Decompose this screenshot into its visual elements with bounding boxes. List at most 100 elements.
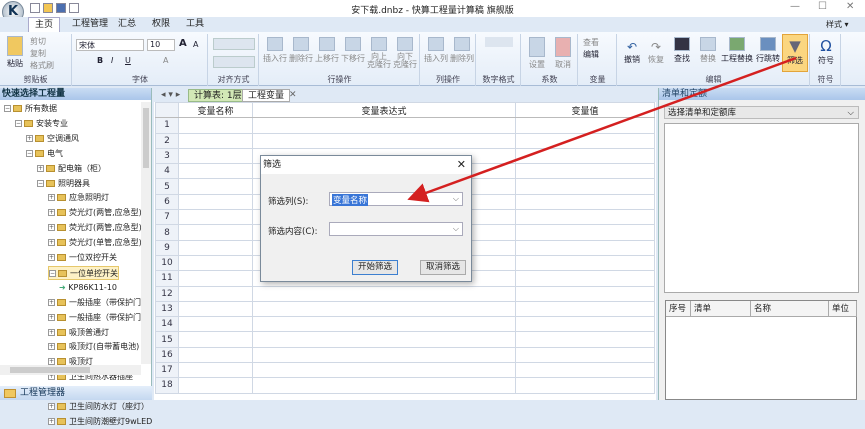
corner-cell[interactable] <box>155 101 179 119</box>
cell[interactable] <box>515 362 655 379</box>
row-number[interactable]: 13 <box>155 300 179 318</box>
tree-node[interactable]: + 空调通风 <box>26 132 79 146</box>
align-vertical-buttons[interactable] <box>213 38 255 50</box>
table-row[interactable]: 13 <box>155 300 655 318</box>
row-number[interactable]: 2 <box>155 132 179 149</box>
cell[interactable] <box>178 239 253 256</box>
tab-home[interactable]: 主页 <box>28 17 61 32</box>
table-row[interactable]: 2 <box>155 132 655 149</box>
cell[interactable] <box>252 331 516 348</box>
tree-node[interactable]: − 电气 <box>26 147 63 161</box>
table-row[interactable]: 16 <box>155 346 655 364</box>
tree-node[interactable]: + 荧光灯(两管,应急型) <box>48 221 142 235</box>
tree-node[interactable]: + 吸顶灯(自带蓄电池) <box>48 340 139 354</box>
tree-node[interactable]: − 一位单控开关 <box>48 265 119 280</box>
style-menu[interactable]: 样式 ▾ <box>820 17 855 32</box>
cell[interactable] <box>252 285 516 302</box>
row-number[interactable]: 5 <box>155 178 179 195</box>
row-number[interactable]: 8 <box>155 224 179 241</box>
replace-button[interactable]: 替换 <box>696 37 720 64</box>
tab-project-variables[interactable]: 工程变量 <box>242 89 291 102</box>
shrink-font-button[interactable]: A <box>193 40 198 49</box>
tree-node[interactable]: + 卫生间防水灯（座灯） <box>48 400 149 414</box>
cell[interactable] <box>252 300 516 318</box>
row-number[interactable]: 18 <box>155 377 179 394</box>
cell[interactable] <box>178 193 253 211</box>
cell[interactable] <box>252 117 516 134</box>
cell[interactable] <box>178 285 253 302</box>
underline-button[interactable]: U <box>125 56 131 65</box>
cell[interactable] <box>515 346 655 364</box>
column-header[interactable]: 单位 <box>829 301 857 317</box>
align-horizontal-buttons[interactable] <box>213 56 255 68</box>
row-number[interactable]: 16 <box>155 346 179 364</box>
paste-button[interactable]: 粘贴 <box>4 36 26 69</box>
delete-col-button[interactable]: 删除列 <box>449 37 475 64</box>
redo-button[interactable]: ↷ 恢复 <box>644 40 668 65</box>
cell[interactable] <box>178 270 253 287</box>
row-jump-button[interactable]: 行跳转 <box>754 37 782 64</box>
tree-node[interactable]: + 一般插座（带保护门） <box>48 311 149 325</box>
row-number[interactable]: 3 <box>155 147 179 165</box>
tab-summary[interactable]: 汇总 <box>112 17 142 32</box>
delete-row-button[interactable]: 删除行 <box>288 37 314 64</box>
project-manager-button[interactable]: 工程管理器 <box>0 386 152 400</box>
cell[interactable] <box>515 254 655 272</box>
clone-down-button[interactable]: 向下 克隆行 <box>392 37 418 69</box>
cell[interactable] <box>178 254 253 272</box>
tree-node[interactable]: + 配电箱（柜） <box>37 162 106 176</box>
row-number[interactable]: 1 <box>155 117 179 134</box>
filter-content-select[interactable]: ⌵ <box>329 222 463 236</box>
close-dialog-button[interactable]: ✕ <box>457 158 466 171</box>
tab-project[interactable]: 工程管理 <box>66 17 114 32</box>
library-tree[interactable] <box>664 123 859 293</box>
cell[interactable] <box>178 331 253 348</box>
cell[interactable] <box>178 316 253 333</box>
cell[interactable] <box>515 239 655 256</box>
coef-set-button[interactable]: 设置 <box>524 37 550 70</box>
cell[interactable] <box>515 132 655 149</box>
coef-cancel-button[interactable]: 取消 <box>550 37 576 70</box>
cell[interactable] <box>252 346 516 364</box>
table-row[interactable]: 18 <box>155 377 655 394</box>
cell[interactable] <box>178 362 253 379</box>
cell[interactable] <box>178 163 253 180</box>
close-tab-icon[interactable]: ✕ <box>284 89 302 102</box>
font-color-button[interactable]: A <box>163 56 168 65</box>
table-row[interactable]: 12 <box>155 285 655 302</box>
copy-button[interactable]: 复制 <box>30 48 46 59</box>
cell[interactable] <box>178 132 253 149</box>
close-button[interactable]: ✕ <box>846 1 854 12</box>
cell[interactable] <box>515 285 655 302</box>
cell[interactable] <box>252 362 516 379</box>
tab-nav-arrows[interactable]: ◂ ▾ ▸ <box>156 89 185 102</box>
tree-node[interactable]: + 一位双控开关 <box>48 251 117 265</box>
tab-permission[interactable]: 权限 <box>146 17 176 32</box>
tree-node[interactable]: + 荧光灯(两管,应急型) <box>48 206 142 220</box>
tree-node[interactable]: + 荧光灯(单管,应急型) <box>48 236 142 250</box>
cut-button[interactable]: 剪切 <box>30 36 46 47</box>
italic-button[interactable]: I <box>111 56 113 65</box>
find-button[interactable]: 查找 <box>670 37 694 64</box>
row-number[interactable]: 7 <box>155 209 179 226</box>
cell[interactable] <box>252 316 516 333</box>
cell[interactable] <box>178 209 253 226</box>
insert-row-button[interactable]: 插入行 <box>262 37 288 64</box>
cell[interactable] <box>515 316 655 333</box>
clone-up-button[interactable]: 向上 克隆行 <box>366 37 392 69</box>
bold-button[interactable]: B <box>97 56 103 65</box>
cell[interactable] <box>178 346 253 364</box>
table-row[interactable]: 1 <box>155 117 655 134</box>
tree-node[interactable]: − 照明器具 <box>37 177 90 191</box>
cell[interactable] <box>252 377 516 394</box>
tree-node[interactable]: + 吸顶普通灯 <box>48 326 109 340</box>
row-number[interactable]: 14 <box>155 316 179 333</box>
tree-leaf[interactable]: ➜ KP86K11-10 <box>59 281 117 295</box>
cell[interactable] <box>178 117 253 134</box>
column-header[interactable]: 变量名称 <box>178 101 253 119</box>
cell[interactable] <box>515 147 655 165</box>
cell[interactable] <box>515 163 655 180</box>
filter-column-select[interactable]: 变量名称 ⌵ <box>329 192 463 206</box>
column-header[interactable]: 清单 <box>691 301 751 317</box>
cancel-filter-button[interactable]: 取消筛选 <box>420 260 466 275</box>
